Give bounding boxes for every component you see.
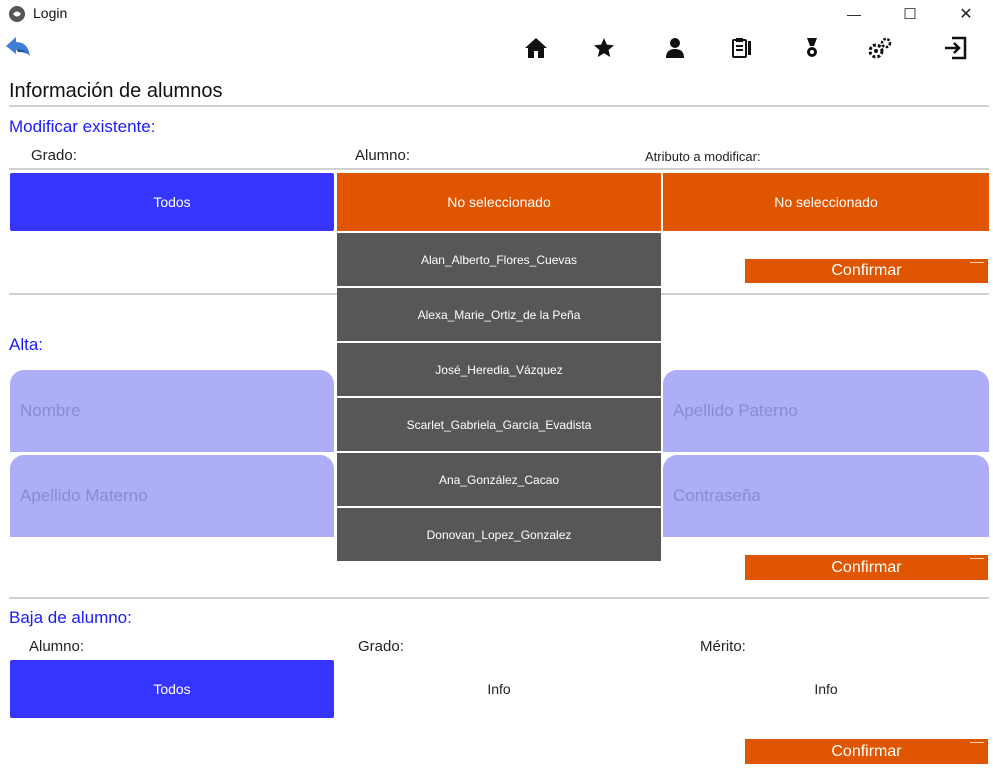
app-logo-icon [9, 6, 25, 22]
apellido-materno-field[interactable]: Apellido Materno [10, 455, 334, 537]
modify-grado-select[interactable]: Todos [10, 173, 334, 231]
modify-alumno-select[interactable]: No seleccionado [337, 173, 661, 231]
baja-grado-label: Grado: [358, 638, 404, 655]
baja-merito-label: Mérito: [700, 638, 746, 655]
page-title: Información de alumnos [9, 80, 223, 102]
modify-atributo-label: Atributo a modificar: [645, 149, 761, 164]
star-icon[interactable] [588, 32, 620, 64]
user-icon[interactable] [659, 32, 691, 64]
confirm-label: Confirmar [831, 558, 902, 576]
alumno-dropdown: Alan_Alberto_Flores_Cuevas Alexa_Marie_O… [337, 233, 661, 563]
dropdown-item[interactable]: Donovan_Lopez_Gonzalez [337, 508, 661, 563]
minimize-button[interactable]: — [832, 0, 876, 28]
baja-heading: Baja de alumno: [9, 608, 132, 627]
close-button[interactable]: ✕ [944, 0, 988, 28]
apellido-paterno-field[interactable]: Apellido Paterno [663, 370, 989, 452]
notes-icon[interactable] [726, 32, 758, 64]
dropdown-item[interactable]: Ana_González_Cacao [337, 453, 661, 508]
close-icon: ✕ [959, 6, 973, 23]
alta-heading: Alta: [9, 335, 44, 354]
divider [9, 597, 989, 599]
minimize-icon: — [847, 6, 861, 22]
nombre-field[interactable]: Nombre [10, 370, 334, 452]
alta-confirm-button[interactable]: Confirmar [745, 555, 988, 580]
baja-confirm-button[interactable]: Confirmar [745, 739, 988, 764]
modify-confirm-button[interactable]: Confirmar [745, 259, 988, 283]
baja-alumno-label: Alumno: [29, 638, 85, 655]
logout-icon[interactable] [940, 32, 972, 64]
modify-grado-label: Grado: [31, 147, 77, 164]
dropdown-item[interactable]: Alexa_Marie_Ortiz_de la Peña [337, 288, 661, 343]
baja-merito-info: Info [814, 681, 838, 697]
modify-heading: Modificar existente: [9, 117, 156, 136]
medal-icon[interactable] [796, 32, 828, 64]
dropdown-item[interactable]: Alan_Alberto_Flores_Cuevas [337, 233, 661, 288]
home-icon[interactable] [520, 32, 552, 64]
contrasena-field[interactable]: Contraseña [663, 455, 989, 537]
confirm-label: Confirmar [831, 262, 902, 279]
maximize-button[interactable]: ☐ [888, 0, 932, 28]
baja-grado-info: Info [487, 681, 511, 697]
back-arrow-icon[interactable] [2, 32, 34, 64]
window-title: Login [33, 5, 68, 21]
confirm-label: Confirmar [831, 742, 902, 760]
maximize-icon: ☐ [903, 6, 917, 23]
modify-atributo-select[interactable]: No seleccionado [663, 173, 989, 231]
gears-icon[interactable] [864, 32, 896, 64]
modify-alumno-label: Alumno: [355, 147, 411, 164]
baja-alumno-select[interactable]: Todos [10, 660, 334, 718]
dropdown-item[interactable]: José_Heredia_Vázquez [337, 343, 661, 398]
dropdown-item[interactable]: Scarlet_Gabriela_García_Evadista [337, 398, 661, 453]
divider [9, 168, 989, 170]
window-titlebar: Login — ☐ ✕ [0, 0, 993, 28]
divider [9, 105, 989, 107]
